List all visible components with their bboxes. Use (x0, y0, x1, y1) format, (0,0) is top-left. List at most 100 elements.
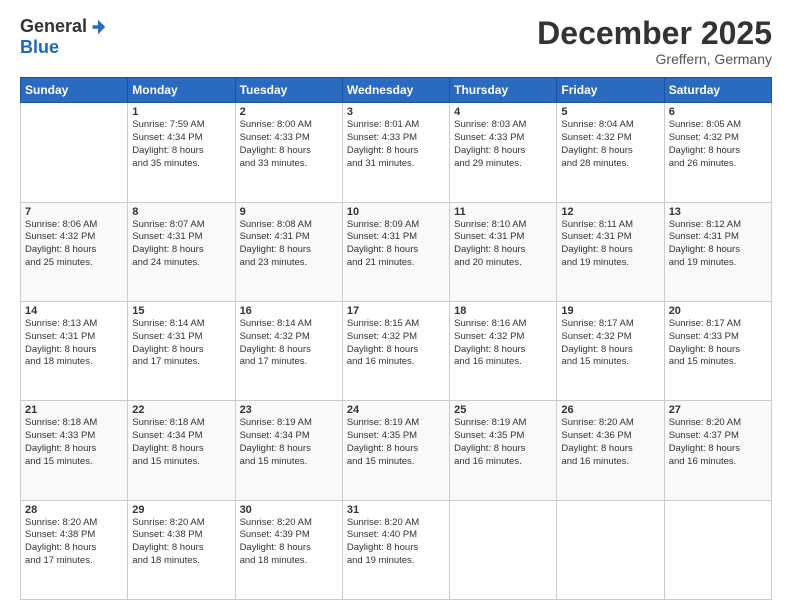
day-number: 14 (25, 305, 123, 317)
day-number: 11 (454, 206, 552, 218)
day-number: 21 (25, 404, 123, 416)
calendar-cell: 15Sunrise: 8:14 AMSunset: 4:31 PMDayligh… (128, 301, 235, 400)
day-number: 10 (347, 206, 445, 218)
day-number: 9 (240, 206, 338, 218)
calendar-cell (450, 500, 557, 599)
week-row-2: 7Sunrise: 8:06 AMSunset: 4:32 PMDaylight… (21, 202, 772, 301)
day-number: 16 (240, 305, 338, 317)
day-info: Sunrise: 8:16 AMSunset: 4:32 PMDaylight:… (454, 318, 552, 369)
calendar-cell: 2Sunrise: 8:00 AMSunset: 4:33 PMDaylight… (235, 103, 342, 202)
day-info: Sunrise: 8:10 AMSunset: 4:31 PMDaylight:… (454, 219, 552, 270)
day-info: Sunrise: 8:06 AMSunset: 4:32 PMDaylight:… (25, 219, 123, 270)
calendar-cell: 29Sunrise: 8:20 AMSunset: 4:38 PMDayligh… (128, 500, 235, 599)
day-number: 24 (347, 404, 445, 416)
day-info: Sunrise: 8:18 AMSunset: 4:33 PMDaylight:… (25, 417, 123, 468)
logo: General Blue (20, 16, 107, 58)
day-info: Sunrise: 8:20 AMSunset: 4:36 PMDaylight:… (561, 417, 659, 468)
calendar-cell: 21Sunrise: 8:18 AMSunset: 4:33 PMDayligh… (21, 401, 128, 500)
day-info: Sunrise: 8:17 AMSunset: 4:33 PMDaylight:… (669, 318, 767, 369)
calendar-cell: 20Sunrise: 8:17 AMSunset: 4:33 PMDayligh… (664, 301, 771, 400)
day-info: Sunrise: 8:15 AMSunset: 4:32 PMDaylight:… (347, 318, 445, 369)
day-number: 7 (25, 206, 123, 218)
day-info: Sunrise: 8:12 AMSunset: 4:31 PMDaylight:… (669, 219, 767, 270)
calendar-cell: 6Sunrise: 8:05 AMSunset: 4:32 PMDaylight… (664, 103, 771, 202)
day-number: 30 (240, 504, 338, 516)
calendar-cell: 9Sunrise: 8:08 AMSunset: 4:31 PMDaylight… (235, 202, 342, 301)
day-number: 20 (669, 305, 767, 317)
day-info: Sunrise: 8:20 AMSunset: 4:38 PMDaylight:… (132, 517, 230, 568)
calendar-cell: 25Sunrise: 8:19 AMSunset: 4:35 PMDayligh… (450, 401, 557, 500)
calendar-cell: 19Sunrise: 8:17 AMSunset: 4:32 PMDayligh… (557, 301, 664, 400)
day-number: 12 (561, 206, 659, 218)
calendar-cell: 18Sunrise: 8:16 AMSunset: 4:32 PMDayligh… (450, 301, 557, 400)
day-number: 4 (454, 106, 552, 118)
day-info: Sunrise: 8:04 AMSunset: 4:32 PMDaylight:… (561, 119, 659, 170)
calendar-cell: 28Sunrise: 8:20 AMSunset: 4:38 PMDayligh… (21, 500, 128, 599)
calendar-cell: 17Sunrise: 8:15 AMSunset: 4:32 PMDayligh… (342, 301, 449, 400)
calendar-cell: 23Sunrise: 8:19 AMSunset: 4:34 PMDayligh… (235, 401, 342, 500)
day-header-monday: Monday (128, 78, 235, 103)
calendar-cell (557, 500, 664, 599)
day-number: 8 (132, 206, 230, 218)
day-info: Sunrise: 8:19 AMSunset: 4:34 PMDaylight:… (240, 417, 338, 468)
calendar-cell (21, 103, 128, 202)
calendar-cell: 3Sunrise: 8:01 AMSunset: 4:33 PMDaylight… (342, 103, 449, 202)
day-info: Sunrise: 8:03 AMSunset: 4:33 PMDaylight:… (454, 119, 552, 170)
day-number: 27 (669, 404, 767, 416)
title-block: December 2025 Greffern, Germany (537, 16, 772, 67)
calendar-cell: 12Sunrise: 8:11 AMSunset: 4:31 PMDayligh… (557, 202, 664, 301)
day-number: 29 (132, 504, 230, 516)
day-number: 13 (669, 206, 767, 218)
logo-general: General (20, 16, 87, 37)
day-header-friday: Friday (557, 78, 664, 103)
day-number: 23 (240, 404, 338, 416)
week-row-4: 21Sunrise: 8:18 AMSunset: 4:33 PMDayligh… (21, 401, 772, 500)
calendar-cell: 5Sunrise: 8:04 AMSunset: 4:32 PMDaylight… (557, 103, 664, 202)
calendar-cell: 10Sunrise: 8:09 AMSunset: 4:31 PMDayligh… (342, 202, 449, 301)
day-info: Sunrise: 8:05 AMSunset: 4:32 PMDaylight:… (669, 119, 767, 170)
day-number: 15 (132, 305, 230, 317)
logo-icon (89, 18, 107, 36)
calendar-cell: 11Sunrise: 8:10 AMSunset: 4:31 PMDayligh… (450, 202, 557, 301)
day-number: 28 (25, 504, 123, 516)
day-number: 26 (561, 404, 659, 416)
calendar-cell: 8Sunrise: 8:07 AMSunset: 4:31 PMDaylight… (128, 202, 235, 301)
day-info: Sunrise: 8:17 AMSunset: 4:32 PMDaylight:… (561, 318, 659, 369)
day-info: Sunrise: 8:20 AMSunset: 4:40 PMDaylight:… (347, 517, 445, 568)
page: General Blue December 2025 Greffern, Ger… (0, 0, 792, 612)
week-row-1: 1Sunrise: 7:59 AMSunset: 4:34 PMDaylight… (21, 103, 772, 202)
day-header-sunday: Sunday (21, 78, 128, 103)
day-info: Sunrise: 8:14 AMSunset: 4:31 PMDaylight:… (132, 318, 230, 369)
calendar-table: SundayMondayTuesdayWednesdayThursdayFrid… (20, 77, 772, 600)
day-number: 3 (347, 106, 445, 118)
calendar-cell: 1Sunrise: 7:59 AMSunset: 4:34 PMDaylight… (128, 103, 235, 202)
day-number: 17 (347, 305, 445, 317)
day-info: Sunrise: 8:01 AMSunset: 4:33 PMDaylight:… (347, 119, 445, 170)
day-info: Sunrise: 8:20 AMSunset: 4:38 PMDaylight:… (25, 517, 123, 568)
day-number: 25 (454, 404, 552, 416)
day-number: 31 (347, 504, 445, 516)
day-info: Sunrise: 8:14 AMSunset: 4:32 PMDaylight:… (240, 318, 338, 369)
calendar-cell: 14Sunrise: 8:13 AMSunset: 4:31 PMDayligh… (21, 301, 128, 400)
day-info: Sunrise: 8:08 AMSunset: 4:31 PMDaylight:… (240, 219, 338, 270)
day-info: Sunrise: 8:19 AMSunset: 4:35 PMDaylight:… (347, 417, 445, 468)
calendar-cell: 26Sunrise: 8:20 AMSunset: 4:36 PMDayligh… (557, 401, 664, 500)
calendar-cell: 13Sunrise: 8:12 AMSunset: 4:31 PMDayligh… (664, 202, 771, 301)
calendar-cell: 24Sunrise: 8:19 AMSunset: 4:35 PMDayligh… (342, 401, 449, 500)
day-info: Sunrise: 8:19 AMSunset: 4:35 PMDaylight:… (454, 417, 552, 468)
day-number: 2 (240, 106, 338, 118)
day-header-tuesday: Tuesday (235, 78, 342, 103)
week-row-3: 14Sunrise: 8:13 AMSunset: 4:31 PMDayligh… (21, 301, 772, 400)
day-info: Sunrise: 8:09 AMSunset: 4:31 PMDaylight:… (347, 219, 445, 270)
day-info: Sunrise: 7:59 AMSunset: 4:34 PMDaylight:… (132, 119, 230, 170)
calendar-cell: 7Sunrise: 8:06 AMSunset: 4:32 PMDaylight… (21, 202, 128, 301)
day-info: Sunrise: 8:11 AMSunset: 4:31 PMDaylight:… (561, 219, 659, 270)
day-number: 6 (669, 106, 767, 118)
calendar-cell: 16Sunrise: 8:14 AMSunset: 4:32 PMDayligh… (235, 301, 342, 400)
day-header-thursday: Thursday (450, 78, 557, 103)
calendar-cell: 22Sunrise: 8:18 AMSunset: 4:34 PMDayligh… (128, 401, 235, 500)
day-header-saturday: Saturday (664, 78, 771, 103)
day-info: Sunrise: 8:00 AMSunset: 4:33 PMDaylight:… (240, 119, 338, 170)
day-number: 18 (454, 305, 552, 317)
header: General Blue December 2025 Greffern, Ger… (20, 16, 772, 67)
